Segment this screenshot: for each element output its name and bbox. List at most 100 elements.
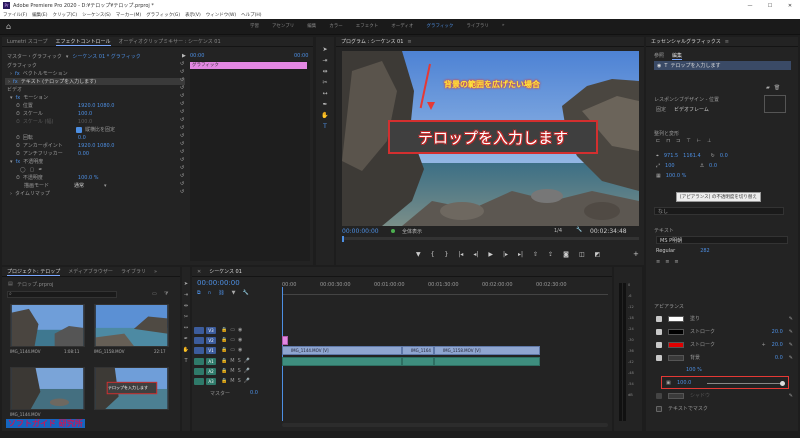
menu-help[interactable]: ヘルプ(H): [241, 12, 261, 18]
track-target-v1[interactable]: V1: [206, 346, 216, 354]
tab-browse[interactable]: 参照: [654, 52, 664, 60]
reset-icon[interactable]: ↺: [180, 85, 184, 92]
reset-icon[interactable]: ↺: [180, 77, 184, 84]
mic-icon[interactable]: 🎤: [244, 358, 250, 364]
background-percent[interactable]: 100 %: [686, 367, 702, 373]
fill-swatch[interactable]: [668, 315, 684, 322]
extract-icon[interactable]: ⇪: [548, 251, 553, 258]
video-clip-2[interactable]: IMG_1164: [402, 346, 434, 355]
caption-box[interactable]: テロップを入力します: [388, 120, 598, 154]
project-search-input[interactable]: [7, 291, 117, 298]
nest-icon[interactable]: ⧉: [197, 290, 201, 296]
track-target-a2[interactable]: A2: [206, 367, 216, 375]
lift-icon[interactable]: ⇧: [533, 251, 538, 258]
lock-icon[interactable]: 🔒: [221, 368, 227, 374]
background-checkbox[interactable]: [656, 354, 662, 361]
tab-effect-controls[interactable]: エフェクトコントロール: [55, 38, 111, 46]
workspace-edit[interactable]: 編集: [307, 23, 316, 29]
track-source-v1[interactable]: [194, 346, 204, 354]
mic-icon[interactable]: 🎤: [244, 368, 250, 374]
slip-icon[interactable]: ↔: [184, 325, 188, 331]
tab-edit[interactable]: 編集: [672, 52, 683, 60]
tab-media-browser[interactable]: メディアブラウザー: [68, 268, 113, 275]
eye-icon[interactable]: ◉: [238, 337, 242, 343]
track-target-a1[interactable]: A1: [206, 357, 216, 365]
graphic-clip[interactable]: [282, 336, 288, 345]
marker-icon[interactable]: ▼: [416, 251, 421, 258]
menu-clip[interactable]: クリップ(C): [52, 12, 77, 18]
align-center-icon[interactable]: ⊓: [666, 138, 670, 144]
stroke1-value[interactable]: 20.0: [772, 329, 783, 335]
workspace-more[interactable]: »: [502, 23, 505, 29]
reset-icon[interactable]: ↺: [180, 157, 184, 164]
razor-icon[interactable]: ✂: [184, 314, 188, 320]
reset-icon[interactable]: ↺: [180, 133, 184, 140]
pen-tool-icon[interactable]: ✒: [184, 336, 188, 342]
lock-icon[interactable]: 🔒: [221, 337, 227, 343]
ripple-edit-icon[interactable]: ⇹: [321, 67, 329, 75]
lock-icon[interactable]: 🔒: [221, 347, 227, 353]
stroke1-checkbox[interactable]: [656, 328, 662, 335]
reset-icon[interactable]: ↺: [180, 109, 184, 116]
track-source-a2[interactable]: [194, 367, 204, 375]
eyedropper-icon[interactable]: ✎: [789, 393, 793, 399]
reset-icon[interactable]: ↺: [180, 117, 184, 124]
param-rotation-value[interactable]: 0.0: [78, 135, 86, 141]
menu-icon[interactable]: ≡: [725, 39, 729, 45]
add-marker-icon[interactable]: ▼: [232, 290, 236, 296]
audio-clip-1[interactable]: [282, 357, 402, 366]
vr-icon[interactable]: ◩: [595, 251, 601, 258]
position-x[interactable]: 971.5: [664, 153, 678, 159]
reset-icon[interactable]: ↺: [180, 165, 184, 172]
graphic-clip-bar[interactable]: グラフィック: [190, 62, 307, 69]
mute-icon[interactable]: M: [230, 368, 234, 374]
track-source-v3[interactable]: [194, 326, 204, 334]
type-tool-icon[interactable]: T: [184, 358, 187, 364]
stroke2-swatch[interactable]: [668, 341, 684, 348]
step-forward-icon[interactable]: |▸: [503, 251, 508, 258]
sync-icon[interactable]: ▭: [230, 337, 235, 343]
shadow-checkbox[interactable]: [656, 392, 662, 399]
close-icon[interactable]: ✕: [197, 269, 201, 275]
play-only-icon[interactable]: ▶: [182, 53, 186, 59]
quality-select[interactable]: 1/4: [554, 228, 562, 234]
anchor-value[interactable]: 0.0: [709, 163, 717, 169]
thumbnail-2[interactable]: [94, 304, 169, 347]
reset-icon[interactable]: ↺: [180, 61, 184, 68]
sequence-link[interactable]: シーケンス 01 * グラフィック: [72, 53, 140, 60]
tab-lumetri-scopes[interactable]: Lumetri スコープ: [7, 38, 48, 45]
rotation-value[interactable]: 0.0: [720, 153, 728, 159]
param-antiflicker-value[interactable]: 0.00: [78, 151, 89, 157]
track-target-v3[interactable]: V3: [206, 326, 216, 334]
stroke2-value[interactable]: 20.0: [772, 342, 783, 348]
lock-icon[interactable]: 🔒: [221, 327, 227, 333]
chevron-down-icon[interactable]: ▾: [10, 95, 13, 101]
eyedropper-icon[interactable]: ✎: [789, 342, 793, 348]
sync-icon[interactable]: ▭: [230, 327, 235, 333]
track-target-v2[interactable]: V2: [206, 336, 216, 344]
text-layer-row[interactable]: › fx テキスト (テロップを入力します): [5, 78, 185, 85]
shadow-swatch[interactable]: [668, 392, 684, 399]
align-right-icon[interactable]: ⊐: [676, 138, 680, 144]
go-to-in-icon[interactable]: |◂: [458, 251, 463, 258]
track-source-a3[interactable]: [194, 377, 204, 385]
selection-tool-icon[interactable]: ➤: [184, 281, 188, 287]
reset-icon[interactable]: ↺: [180, 173, 184, 180]
stroke1-swatch[interactable]: [668, 328, 684, 335]
play-icon[interactable]: ▶: [488, 251, 493, 258]
workspace-assembly[interactable]: アセンブリ: [272, 23, 294, 29]
mute-icon[interactable]: M: [230, 358, 234, 364]
chevron-right-icon[interactable]: ›: [8, 79, 10, 85]
fit-select[interactable]: 全体表示: [402, 228, 422, 235]
align-top-icon[interactable]: ⊤: [686, 138, 690, 144]
pen-mask-icon[interactable]: ✒: [38, 167, 42, 173]
pen-tool-icon[interactable]: ✒: [321, 100, 329, 108]
scale-value[interactable]: 100: [665, 163, 675, 169]
workspace-learn[interactable]: 学習: [250, 23, 259, 29]
stopwatch-icon[interactable]: ⏱: [16, 175, 20, 181]
chevron-right-icon[interactable]: ›: [10, 71, 12, 77]
stopwatch-icon[interactable]: ⏱: [16, 103, 20, 109]
eyedropper-icon[interactable]: ✎: [789, 316, 793, 322]
add-button-icon[interactable]: +: [633, 250, 639, 258]
reset-icon[interactable]: ↺: [180, 93, 184, 100]
